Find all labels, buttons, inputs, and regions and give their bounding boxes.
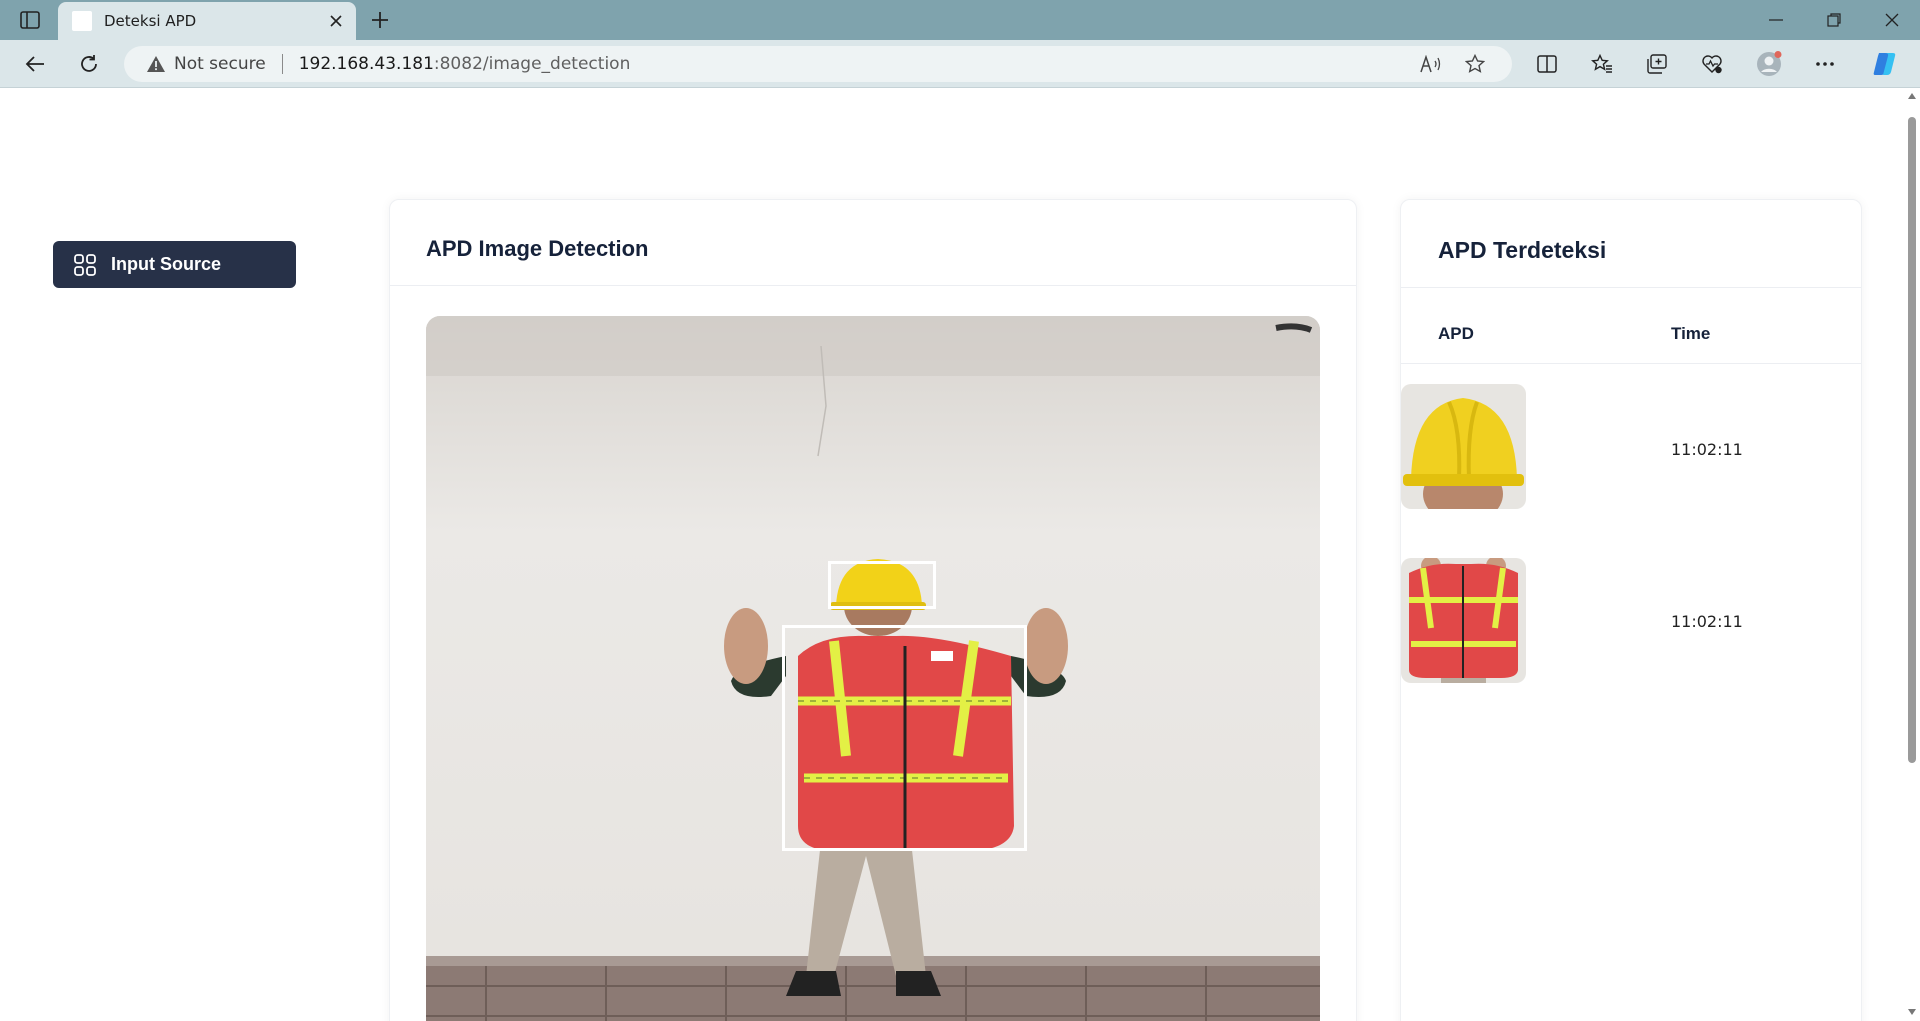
refresh-button[interactable]: [72, 48, 106, 80]
detected-time: 11:02:11: [1671, 612, 1743, 631]
security-label[interactable]: Not secure: [174, 54, 266, 74]
tab-strip: Deteksi APD: [0, 0, 1920, 40]
apd-detected-card: APD Terdeteksi APD Time 11:02:11 11:02:1…: [1400, 199, 1862, 1021]
sidebar-toggle-icon: [20, 11, 40, 29]
profile-icon: [1757, 51, 1782, 76]
back-button[interactable]: [18, 48, 52, 80]
detected-time: 11:02:11: [1671, 440, 1743, 459]
column-header-time: Time: [1671, 324, 1711, 343]
url-path: :8082/image_detection: [433, 54, 631, 74]
back-arrow-icon: [25, 56, 44, 72]
detected-card-title: APD Terdeteksi: [1438, 237, 1607, 263]
header-divider: [1401, 363, 1861, 364]
browser-essentials-icon: [1702, 55, 1722, 74]
input-source-button[interactable]: Input Source: [53, 241, 296, 288]
more-button[interactable]: [1808, 48, 1842, 80]
close-icon: [330, 15, 342, 27]
minimize-button[interactable]: [1748, 0, 1804, 40]
new-tab-button[interactable]: [366, 6, 394, 34]
favorite-button[interactable]: [1462, 52, 1488, 76]
scroll-up-icon[interactable]: [1907, 91, 1917, 101]
tab-close-button[interactable]: [326, 11, 346, 31]
card-divider: [1401, 287, 1861, 288]
vest-bounding-box: [782, 625, 1027, 851]
refresh-icon: [81, 55, 97, 72]
copilot-button[interactable]: [1868, 48, 1902, 80]
star-icon: [1465, 54, 1485, 73]
helmet-bounding-box: [828, 561, 936, 609]
window-close-button[interactable]: [1864, 0, 1920, 40]
detected-thumbnail-helmet: [1401, 384, 1526, 509]
profile-button[interactable]: [1752, 48, 1786, 80]
input-source-label: Input Source: [111, 254, 222, 274]
minimize-icon: [1769, 19, 1783, 21]
tab-actions-button[interactable]: [14, 8, 46, 32]
more-icon: [1816, 62, 1834, 66]
image-detection-card: APD Image Detection: [389, 199, 1357, 1021]
page-scrollbar[interactable]: [1904, 89, 1920, 1021]
restore-button[interactable]: [1806, 0, 1862, 40]
browser-toolbar: Not secure 192.168.43.181:8082/image_det…: [0, 40, 1920, 88]
collections-icon: [1647, 54, 1667, 74]
browser-tab-active[interactable]: Deteksi APD: [58, 2, 356, 40]
favorites-icon: [1591, 54, 1612, 73]
split-screen-icon: [1537, 55, 1557, 73]
split-screen-button[interactable]: [1530, 48, 1564, 80]
detected-thumbnail-vest: [1401, 558, 1526, 683]
scrollbar-thumb[interactable]: [1908, 117, 1916, 763]
restore-icon: [1827, 13, 1841, 27]
page-content: Input Source APD Image Detection APD Ter…: [0, 89, 1904, 1021]
card-divider: [390, 285, 1356, 286]
collections-button[interactable]: [1640, 48, 1674, 80]
address-bar[interactable]: Not secure 192.168.43.181:8082/image_det…: [124, 46, 1512, 82]
url-host: 192.168.43.181: [298, 54, 434, 74]
read-aloud-icon: [1420, 55, 1441, 73]
grid-icon: [74, 253, 96, 276]
detection-image: [426, 316, 1320, 1021]
plus-icon: [372, 12, 388, 28]
scroll-down-icon[interactable]: [1907, 1007, 1917, 1017]
warning-icon[interactable]: [146, 54, 166, 74]
column-header-apd: APD: [1438, 324, 1474, 343]
tab-title: Deteksi APD: [104, 12, 197, 30]
close-icon: [1885, 13, 1899, 27]
favorites-button[interactable]: [1585, 48, 1619, 80]
copilot-icon: [1873, 53, 1896, 75]
tab-favicon: [72, 11, 92, 31]
browser-essentials-button[interactable]: [1695, 48, 1729, 80]
read-aloud-button[interactable]: [1418, 52, 1444, 76]
address-separator: [281, 54, 283, 74]
detection-card-title: APD Image Detection: [426, 236, 649, 261]
